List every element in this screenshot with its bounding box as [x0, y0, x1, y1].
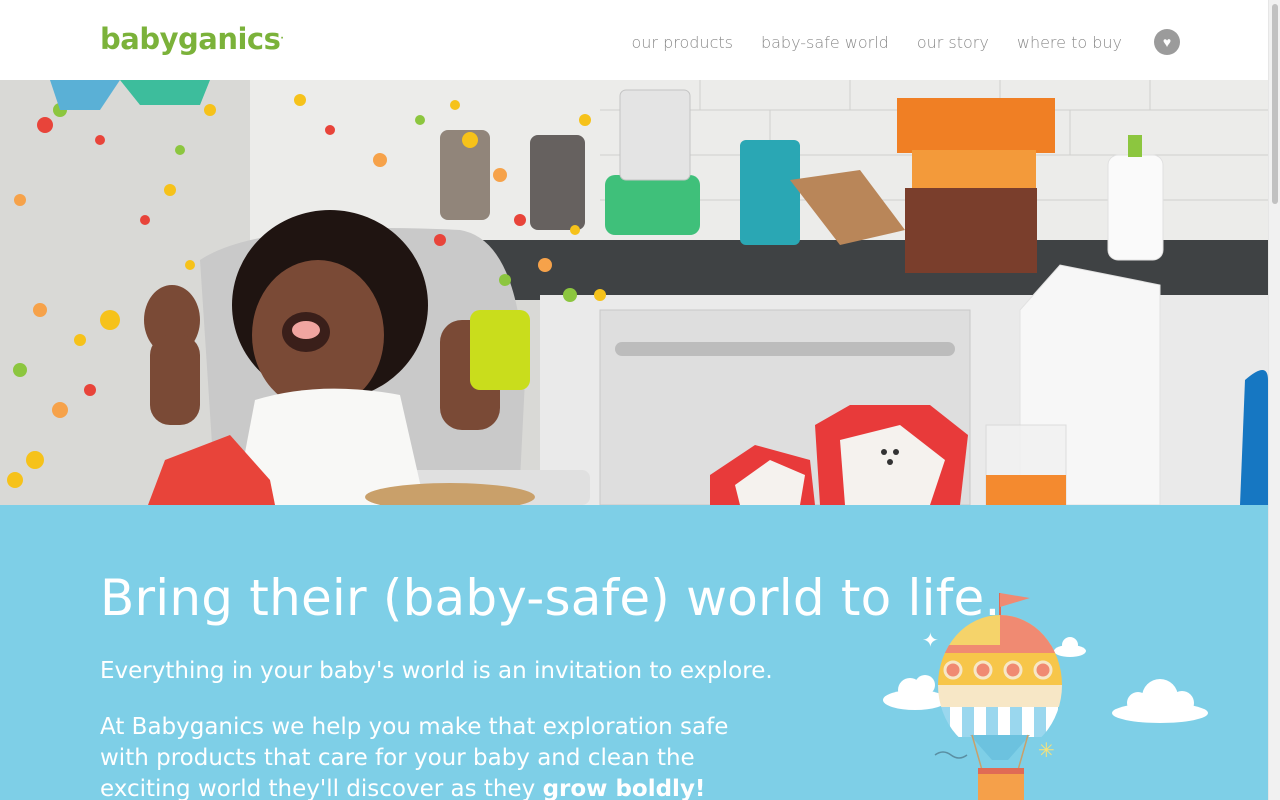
hero-image — [0, 80, 1268, 505]
logo-text: babyganics — [100, 22, 281, 56]
main-nav: our products baby-safe world our story w… — [604, 29, 1180, 55]
nav-our-story[interactable]: our story — [917, 33, 989, 52]
intro-lead: Everything in your baby's world is an in… — [100, 658, 773, 684]
hot-air-balloon-illustration: ✦ ✳ — [883, 593, 1208, 800]
intro-body: At Babyganics we help you make that expl… — [100, 712, 770, 800]
intro-section: Bring their (baby-safe) world to life. E… — [0, 505, 1268, 800]
heart-icon: ♥ — [1162, 34, 1172, 50]
scrollbar-thumb[interactable] — [1272, 4, 1278, 204]
svg-text:✦: ✦ — [922, 628, 939, 652]
logo-mark: . — [280, 31, 284, 42]
nav-our-products[interactable]: our products — [632, 33, 733, 52]
nav-baby-safe-world[interactable]: baby-safe world — [761, 33, 889, 52]
grow-boldly-text: grow boldly! — [542, 776, 706, 800]
svg-text:✳: ✳ — [1038, 738, 1055, 762]
site-header: babyganics. our products baby-safe world… — [0, 0, 1280, 80]
hero-illustration — [0, 80, 1268, 505]
favorites-button[interactable]: ♥ — [1154, 29, 1180, 55]
nav-where-to-buy[interactable]: where to buy — [1017, 33, 1122, 52]
page-scrollbar[interactable] — [1268, 0, 1280, 800]
babyganics-logo[interactable]: babyganics. — [100, 22, 284, 56]
intro-headline: Bring their (baby-safe) world to life. — [100, 569, 1001, 627]
